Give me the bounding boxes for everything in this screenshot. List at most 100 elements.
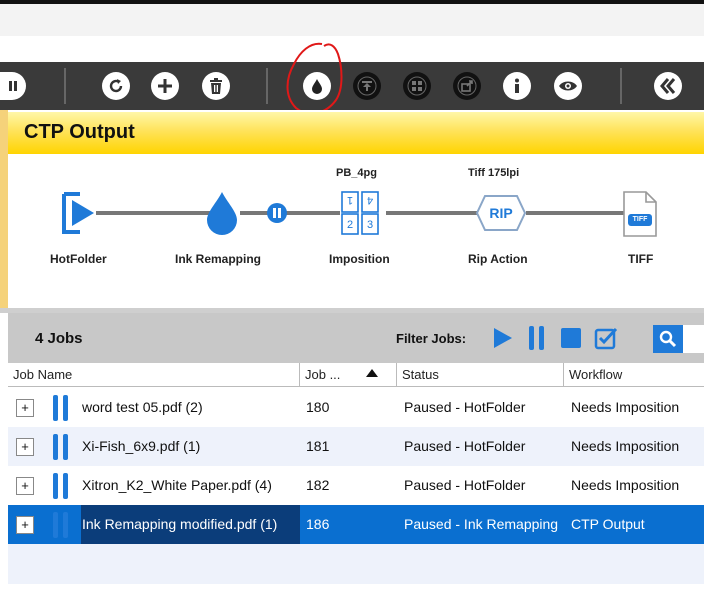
imposition-icon[interactable]: 1 4 2 3 [340,190,380,236]
flow-connector [240,211,340,215]
job-workflow: CTP Output [571,516,645,532]
add-button[interactable] [151,72,179,100]
preview-button[interactable] [554,72,582,100]
pause-all-button[interactable] [0,72,26,100]
job-status: Paused - Ink Remapping [404,516,559,532]
flow-connector [96,211,216,215]
job-name: Xi-Fish_6x9.pdf (1) [82,438,201,454]
job-status: Paused - HotFolder [404,477,526,493]
job-status: Paused - HotFolder [404,438,526,454]
filter-completed-button[interactable] [594,326,618,350]
ink-drop-icon [312,79,322,94]
plus-icon [158,79,172,93]
grid-icon [407,76,427,96]
search-input[interactable] [683,325,704,353]
upload-icon [357,76,377,96]
paused-status-icon [53,434,69,460]
column-header-job-number[interactable]: Job ... [300,363,397,387]
pause-point-icon[interactable] [266,202,288,224]
job-name: Xitron_K2_White Paper.pdf (4) [82,477,272,493]
tiff-file-icon[interactable] [620,190,660,238]
jobs-count: 4 Jobs [35,330,83,347]
filter-stopped-button[interactable] [559,326,583,350]
expand-button[interactable]: + [16,438,34,456]
refresh-icon [109,79,123,93]
svg-text:3: 3 [367,219,373,231]
column-header-workflow[interactable]: Workflow [564,363,704,387]
double-chevron-left-icon [660,78,676,94]
panel-header: CTP Output [8,112,704,154]
expand-button[interactable]: + [16,399,34,417]
expand-button[interactable]: + [16,516,34,534]
node-label-ink-remapping: Ink Remapping [175,252,262,266]
filter-label: Filter Jobs: [396,331,467,346]
ink-drop-icon[interactable] [204,190,240,236]
menu-area [0,36,704,62]
job-number: 182 [306,477,330,493]
pause-icon [9,81,17,91]
table-header: Job Name Job ... Status Workflow [8,363,704,387]
sort-ascending-icon [366,369,378,377]
search-button[interactable] [653,325,683,353]
job-workflow: Needs Imposition [571,399,680,415]
column-header-status[interactable]: Status [397,363,564,387]
info-button[interactable] [503,72,531,100]
job-name: word test 05.pdf (2) [82,399,203,415]
jobs-header: 4 Jobs Filter Jobs: [8,313,704,363]
paused-status-icon [53,473,69,499]
flow-connector [526,211,626,215]
layout-button[interactable] [403,72,431,100]
table-row[interactable]: + word test 05.pdf (2) 180 Paused - HotF… [8,388,704,427]
node-label-tiff: TIFF [628,252,654,266]
paused-status-icon [53,512,69,538]
toolbar-separator [266,68,268,104]
table-row[interactable]: + Xitron_K2_White Paper.pdf (4) 182 Paus… [8,466,704,505]
pause-icon [529,326,544,350]
tiff-icon-label: TIFF [632,216,648,223]
table-row-selected[interactable]: + Ink Remapping modified.pdf (1) 186 Pau… [8,505,704,544]
toolbar-separator [620,68,622,104]
table-row[interactable]: + Xi-Fish_6x9.pdf (1) 181 Paused - HotFo… [8,427,704,466]
delete-button[interactable] [202,72,230,100]
trash-icon [210,78,222,94]
stop-icon [561,328,581,348]
search-icon [659,330,677,348]
collapse-button[interactable] [654,72,682,100]
toolbar-separator [64,68,66,104]
workflow-diagram: HotFolder Ink Remapping PB_4pg 1 4 2 3 I… [8,154,704,308]
toolbar [0,62,704,110]
play-icon [494,328,512,348]
refresh-button[interactable] [102,72,130,100]
checkbox-icon [594,327,618,350]
filter-paused-button[interactable] [525,326,549,350]
job-number: 181 [306,438,330,454]
hotfolder-icon[interactable] [60,192,96,234]
job-workflow: Needs Imposition [571,477,680,493]
svg-text:1: 1 [347,194,353,206]
expand-button[interactable]: + [16,477,34,495]
job-number: 186 [306,516,330,532]
export-button[interactable] [453,72,481,100]
filter-running-button[interactable] [490,326,514,350]
job-status: Paused - HotFolder [404,399,526,415]
node-sub-imposition: PB_4pg [336,167,377,179]
node-label-hotfolder: HotFolder [50,252,107,266]
column-header-job-name[interactable]: Job Name [8,363,300,387]
move-top-button[interactable] [353,72,381,100]
app-window: { "panel": { "title": "CTP Output" }, "w… [0,0,704,601]
workflow-panel: CTP Output HotFolder Ink Remapping PB_4p… [0,110,704,308]
title-bar [0,4,704,36]
svg-text:2: 2 [347,219,353,231]
eye-icon [559,81,577,91]
node-sub-rip-action: Tiff 175lpi [468,167,520,179]
flow-connector [386,211,486,215]
panel-edge [0,110,8,308]
ink-remapping-button[interactable] [303,72,331,100]
node-label-imposition: Imposition [329,252,390,266]
share-icon [457,76,477,96]
panel-title: CTP Output [24,121,135,143]
job-name: Ink Remapping modified.pdf (1) [82,516,278,532]
paused-status-icon [53,395,69,421]
job-workflow: Needs Imposition [571,438,680,454]
rip-icon-label: RIP [489,205,513,221]
